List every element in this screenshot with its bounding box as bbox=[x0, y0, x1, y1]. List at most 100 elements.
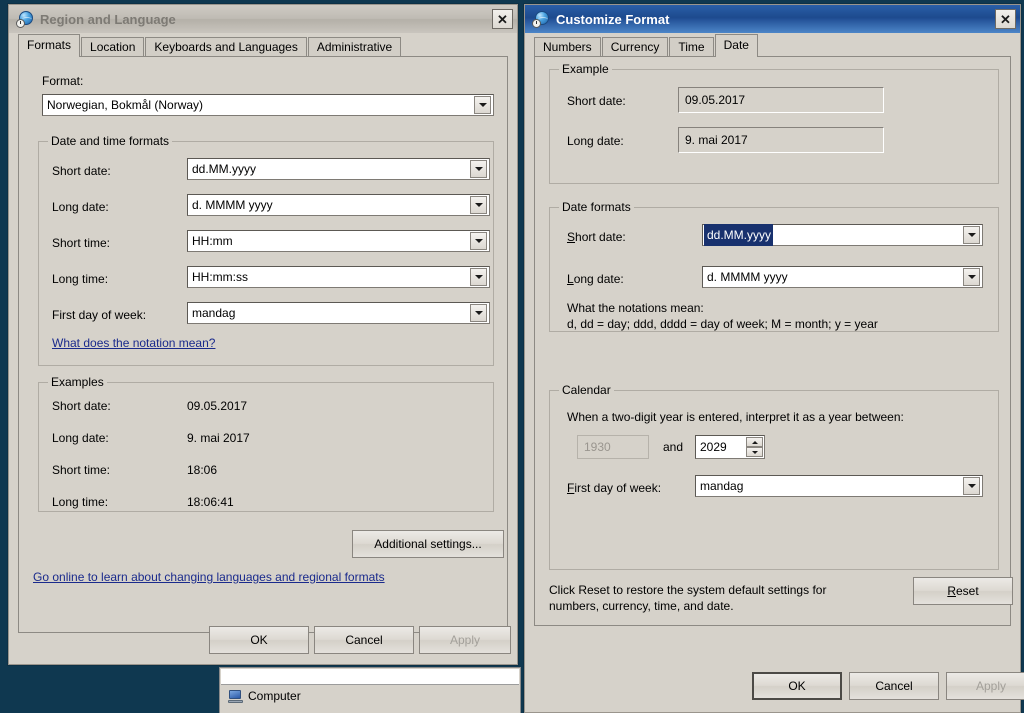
example-group-title: Example bbox=[559, 62, 612, 76]
year-to-spin-buttons[interactable] bbox=[746, 437, 763, 457]
long-date-combobox-value: d. MMMM yyyy bbox=[707, 270, 788, 284]
region-and-language-window[interactable]: Region and Language ✕ Formats Location K… bbox=[8, 4, 518, 665]
first-day-of-week-combobox-value: mandag bbox=[192, 306, 236, 320]
example-long-time-label: Long time: bbox=[52, 495, 109, 509]
globe-clock-icon bbox=[16, 10, 33, 28]
chevron-down-icon[interactable] bbox=[470, 160, 487, 178]
year-to-stepper[interactable]: 2029 bbox=[695, 435, 765, 459]
chevron-down-icon[interactable] bbox=[470, 268, 487, 286]
date-tab-panel: Example Short date: 09.05.2017 Long date… bbox=[534, 56, 1013, 626]
example-short-date-field: 09.05.2017 bbox=[678, 87, 884, 113]
examples-group: Examples Short date: 09.05.2017 Long dat… bbox=[38, 375, 494, 512]
tab-formats[interactable]: Formats bbox=[18, 34, 81, 57]
first-day-label-rest: irst day of week: bbox=[574, 481, 662, 495]
example-long-date-value: 9. mai 2017 bbox=[187, 431, 250, 445]
long-date-label: Long date: bbox=[567, 272, 624, 286]
long-time-combobox[interactable]: HH:mm:ss bbox=[187, 266, 490, 288]
first-day-of-week-combobox[interactable]: mandag bbox=[187, 302, 490, 324]
customize-format-window[interactable]: Customize Format ✕ Numbers Currency Time… bbox=[524, 4, 1024, 713]
short-time-combobox-value: HH:mm bbox=[192, 234, 233, 248]
tab-keyboards-and-languages[interactable]: Keyboards and Languages bbox=[145, 37, 307, 56]
reset-note-line1: Click Reset to restore the system defaul… bbox=[549, 583, 827, 597]
example-group: Example Short date: 09.05.2017 Long date… bbox=[549, 62, 999, 184]
short-time-combobox[interactable]: HH:mm bbox=[187, 230, 490, 252]
calendar-first-day-combobox[interactable]: mandag bbox=[695, 475, 983, 497]
chevron-down-icon[interactable] bbox=[470, 232, 487, 250]
long-date-combobox[interactable]: d. MMMM yyyy bbox=[702, 266, 983, 288]
tab-currency[interactable]: Currency bbox=[601, 37, 669, 56]
tab-date[interactable]: Date bbox=[714, 34, 758, 57]
customize-ok-button[interactable]: OK bbox=[752, 672, 842, 700]
region-cancel-button[interactable]: Cancel bbox=[314, 626, 414, 654]
customize-cancel-button[interactable]: Cancel bbox=[849, 672, 939, 700]
example-short-time-label: Short time: bbox=[52, 463, 111, 477]
region-ok-button[interactable]: OK bbox=[209, 626, 309, 654]
go-online-link[interactable]: Go online to learn about changing langua… bbox=[33, 570, 385, 584]
region-apply-button: Apply bbox=[419, 626, 511, 654]
customize-apply-button: Apply bbox=[946, 672, 1024, 700]
explorer-item-label: Computer bbox=[248, 689, 301, 703]
customize-tabstrip[interactable]: Numbers Currency Time Date bbox=[525, 33, 1020, 57]
spin-up-icon[interactable] bbox=[746, 437, 763, 447]
and-label: and bbox=[663, 440, 684, 454]
format-combobox-value: Norwegian, Bokmål (Norway) bbox=[47, 98, 204, 112]
reset-button[interactable]: Reset bbox=[913, 577, 1013, 605]
region-tabstrip[interactable]: Formats Location Keyboards and Languages… bbox=[9, 33, 517, 57]
region-button-bar: OK Cancel Apply bbox=[9, 616, 517, 664]
region-titlebar[interactable]: Region and Language ✕ bbox=[9, 5, 517, 33]
calendar-group-title: Calendar bbox=[559, 383, 614, 397]
tab-administrative[interactable]: Administrative bbox=[307, 37, 402, 56]
chevron-down-icon[interactable] bbox=[474, 96, 491, 114]
long-date-label-rest: ong date: bbox=[573, 272, 624, 286]
customize-window-title: Customize Format bbox=[556, 11, 670, 27]
long-time-label: Long time: bbox=[52, 272, 109, 286]
globe-clock-icon bbox=[532, 10, 549, 28]
short-date-combobox[interactable]: dd.MM.yyyy bbox=[187, 158, 490, 180]
example-short-date-label: Short date: bbox=[567, 94, 626, 108]
date-and-time-formats-group: Date and time formats Short date: dd.MM.… bbox=[38, 134, 494, 366]
chevron-down-icon[interactable] bbox=[963, 226, 980, 244]
short-date-accel: S bbox=[567, 230, 576, 244]
short-date-label-rest: hort date: bbox=[575, 230, 626, 244]
short-date-combobox-value: dd.MM.yyyy bbox=[704, 224, 774, 246]
close-icon[interactable]: ✕ bbox=[995, 9, 1016, 29]
customize-titlebar[interactable]: Customize Format ✕ bbox=[525, 5, 1020, 33]
reset-note-line2: numbers, currency, time, and date. bbox=[549, 599, 734, 613]
format-combobox[interactable]: Norwegian, Bokmål (Norway) bbox=[42, 94, 494, 116]
format-label: Format: bbox=[42, 74, 84, 88]
chevron-down-icon[interactable] bbox=[470, 304, 487, 322]
long-date-accel: L bbox=[567, 272, 574, 286]
notation-help-link[interactable]: What does the notation mean? bbox=[52, 336, 215, 350]
short-date-label: Short date: bbox=[567, 230, 626, 244]
chevron-down-icon[interactable] bbox=[470, 196, 487, 214]
example-short-date-label: Short date: bbox=[52, 399, 111, 413]
spin-down-icon[interactable] bbox=[746, 447, 763, 457]
date-and-time-formats-title: Date and time formats bbox=[48, 134, 173, 148]
explorer-item-computer[interactable]: Computer bbox=[220, 685, 520, 703]
short-date-combobox[interactable]: dd.MM.yyyy bbox=[702, 224, 983, 246]
chevron-down-icon[interactable] bbox=[963, 477, 980, 495]
close-icon[interactable]: ✕ bbox=[492, 9, 513, 29]
chevron-down-icon[interactable] bbox=[963, 268, 980, 286]
example-long-date-field: 9. mai 2017 bbox=[678, 127, 884, 153]
first-day-of-week-label: First day of week: bbox=[52, 308, 147, 322]
tab-time[interactable]: Time bbox=[669, 37, 714, 56]
long-time-combobox-value: HH:mm:ss bbox=[192, 270, 248, 284]
background-explorer-window[interactable]: Computer bbox=[219, 667, 521, 713]
region-window-title: Region and Language bbox=[40, 11, 176, 27]
tab-location[interactable]: Location bbox=[81, 37, 145, 56]
example-short-date-value: 09.05.2017 bbox=[685, 93, 746, 107]
date-formats-title: Date formats bbox=[559, 200, 634, 214]
short-date-combobox-value: dd.MM.yyyy bbox=[192, 162, 257, 176]
example-short-time-value: 18:06 bbox=[187, 463, 218, 477]
customize-button-bar: OK Cancel Apply bbox=[525, 660, 1024, 712]
example-short-date-value: 09.05.2017 bbox=[187, 399, 248, 413]
additional-settings-button[interactable]: Additional settings... bbox=[352, 530, 504, 558]
tab-numbers[interactable]: Numbers bbox=[534, 37, 601, 56]
long-date-combobox-value: d. MMMM yyyy bbox=[192, 198, 273, 212]
example-long-date-value: 9. mai 2017 bbox=[685, 133, 748, 147]
date-formats-group: Date formats Short date: dd.MM.yyyy Long… bbox=[549, 200, 999, 332]
desktop-background: Computer Region and Language ✕ Formats L… bbox=[0, 0, 1024, 713]
long-date-combobox[interactable]: d. MMMM yyyy bbox=[187, 194, 490, 216]
formats-tab-panel: Format: Norwegian, Bokmål (Norway) Date … bbox=[18, 56, 508, 633]
